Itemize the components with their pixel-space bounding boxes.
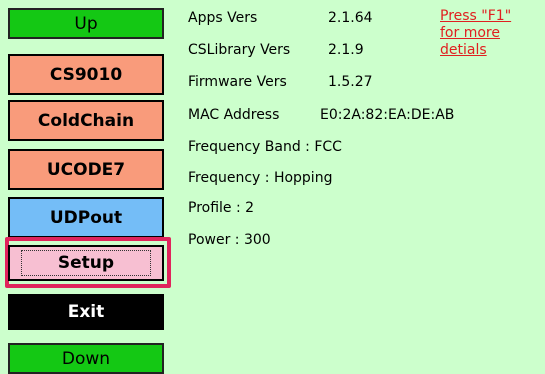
up-button[interactable]: Up [8, 8, 164, 39]
udpout-button[interactable]: UDPout [8, 197, 164, 238]
coldchain-button[interactable]: ColdChain [8, 100, 164, 141]
frequency-band: Frequency Band : FCC [188, 139, 342, 155]
setup-button[interactable]: Setup [8, 245, 164, 281]
down-button[interactable]: Down [8, 343, 164, 374]
ucode7-button[interactable]: UCODE7 [8, 149, 164, 190]
ucode7-button-label: UCODE7 [46, 159, 126, 180]
power: Power : 300 [188, 232, 271, 248]
frequency: Frequency : Hopping [188, 170, 333, 186]
cslibrary-vers-value: 2.1.9 [328, 42, 364, 58]
exit-button[interactable]: Exit [8, 294, 164, 330]
cslibrary-vers-label: CSLibrary Vers [188, 42, 291, 58]
apps-vers-label: Apps Vers [188, 10, 258, 26]
hint-line-3: detials [440, 42, 487, 58]
mac-address-value: E0:2A:82:EA:DE:AB [320, 107, 455, 123]
setup-button-label: Setup [20, 250, 152, 276]
coldchain-button-label: ColdChain [37, 110, 135, 131]
down-button-label: Down [61, 348, 111, 369]
app-screen: Up CS9010 ColdChain UCODE7 UDPout Setup … [0, 0, 545, 374]
profile: Profile : 2 [188, 200, 255, 216]
cs9010-button[interactable]: CS9010 [8, 54, 164, 95]
apps-vers-value: 2.1.64 [328, 10, 373, 26]
exit-button-label: Exit [67, 302, 105, 322]
cs9010-button-label: CS9010 [49, 64, 123, 85]
firmware-vers-value: 1.5.27 [328, 74, 373, 90]
sidebar: Up CS9010 ColdChain UCODE7 UDPout Setup … [0, 0, 176, 374]
udpout-button-label: UDPout [49, 207, 123, 228]
mac-address-label: MAC Address [188, 107, 280, 123]
hint-line-1: Press "F1" [440, 8, 512, 24]
f1-help-hint[interactable]: Press "F1" for more detials [440, 8, 511, 59]
hint-line-2: for more [440, 25, 500, 41]
up-button-label: Up [74, 13, 98, 34]
firmware-vers-label: Firmware Vers [188, 74, 287, 90]
